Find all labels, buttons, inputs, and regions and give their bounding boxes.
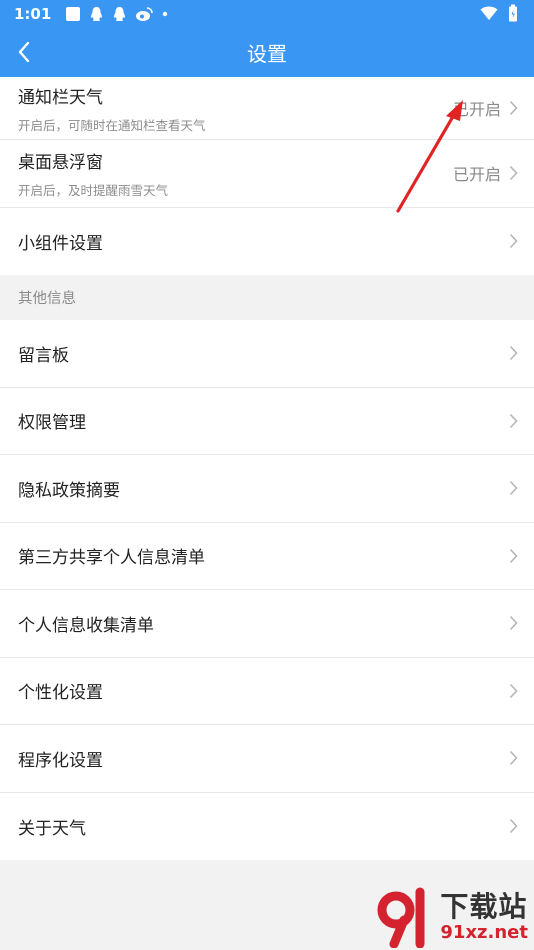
status-bar: 1:01: [0, 0, 534, 27]
watermark-name: 下载站: [440, 890, 528, 923]
row-subtitle: 开启后，及时提醒雨雪天气: [18, 182, 169, 198]
app-bar: 1:01 设置: [0, 0, 534, 77]
row-third-party-sharing[interactable]: 第三方共享个人信息清单: [0, 523, 534, 590]
row-about-weather[interactable]: 关于天气: [0, 793, 534, 861]
row-right: [509, 455, 518, 522]
top-section: 通知栏天气 开启后，可随时在通知栏查看天气 已开启 桌面悬浮窗 开启后，及时提醒…: [0, 77, 534, 275]
row-title: 权限管理: [18, 413, 86, 434]
status-icons: [65, 6, 169, 22]
row-title: 个性化设置: [18, 683, 103, 704]
status-time: 1:01: [14, 4, 52, 23]
watermark-logo-icon: [377, 887, 425, 948]
row-permission-management[interactable]: 权限管理: [0, 388, 534, 455]
settings-list: 通知栏天气 开启后，可随时在通知栏查看天气 已开启 桌面悬浮窗 开启后，及时提醒…: [0, 77, 534, 860]
row-desktop-float-window[interactable]: 桌面悬浮窗 开启后，及时提醒雨雪天气 已开启: [0, 140, 534, 208]
row-personalization-settings[interactable]: 个性化设置: [0, 658, 534, 725]
back-button[interactable]: [8, 35, 40, 69]
row-title: 桌面悬浮窗: [18, 152, 103, 173]
row-widget-settings[interactable]: 小组件设置: [0, 208, 534, 276]
row-right: [509, 793, 518, 861]
row-privacy-summary[interactable]: 隐私政策摘要: [0, 455, 534, 523]
chevron-right-icon: [509, 683, 518, 698]
chevron-right-icon: [509, 100, 518, 116]
qq-icon: [114, 6, 126, 21]
watermark: 下载站 91xz.net: [374, 886, 528, 948]
row-personal-info-collection[interactable]: 个人信息收集清单: [0, 590, 534, 658]
toolbar: 设置: [0, 27, 534, 77]
chevron-right-icon: [509, 751, 518, 766]
row-right: 已开启: [453, 77, 518, 139]
row-right: [509, 523, 518, 590]
row-subtitle: 开启后，可随时在通知栏查看天气: [18, 117, 206, 133]
row-right: [509, 388, 518, 455]
chevron-right-icon: [509, 548, 518, 563]
gallery-icon: [66, 6, 81, 21]
chevron-right-icon: [509, 166, 518, 181]
row-title: 通知栏天气: [18, 87, 103, 108]
chevron-right-icon: [509, 616, 518, 631]
chevron-right-icon: [509, 481, 518, 496]
row-right: [509, 590, 518, 657]
battery-icon: [509, 4, 517, 22]
watermark-url: 91xz.net: [440, 922, 528, 943]
row-title: 第三方共享个人信息清单: [18, 548, 205, 569]
row-title: 个人信息收集清单: [18, 615, 154, 636]
row-title: 关于天气: [18, 818, 86, 839]
chevron-right-icon: [509, 819, 518, 834]
status-value: 已开启: [452, 100, 501, 119]
row-title: 程序化设置: [18, 750, 103, 771]
qq-icon: [91, 6, 103, 21]
row-right: 已开启: [453, 140, 518, 207]
row-title: 留言板: [18, 345, 69, 366]
other-section: 留言板 权限管理 隐私政策摘要 第三方共享个人信息清单 个人信息收集清单 个性化…: [0, 320, 534, 860]
row-title: 隐私政策摘要: [18, 480, 120, 501]
row-right: [509, 658, 518, 725]
chevron-right-icon: [509, 234, 518, 249]
row-programmatic-settings[interactable]: 程序化设置: [0, 725, 534, 793]
chevron-left-icon: [18, 41, 30, 63]
row-right: [509, 320, 518, 387]
page-title: 设置: [247, 41, 287, 66]
chevron-right-icon: [509, 346, 518, 361]
status-value: 已开启: [452, 165, 501, 185]
row-title: 小组件设置: [18, 233, 103, 254]
weibo-icon: [136, 6, 154, 21]
watermark-text: 下载站 91xz.net: [440, 891, 528, 943]
row-right: [509, 725, 518, 792]
status-right: [480, 4, 518, 22]
row-notification-weather[interactable]: 通知栏天气 开启后，可随时在通知栏查看天气 已开启: [0, 77, 534, 140]
chevron-right-icon: [509, 413, 518, 428]
wifi-icon: [480, 6, 498, 20]
section-heading: 其他信息: [0, 275, 534, 320]
row-message-board[interactable]: 留言板: [0, 320, 534, 388]
row-right: [509, 208, 518, 276]
dot-icon: [163, 11, 168, 16]
